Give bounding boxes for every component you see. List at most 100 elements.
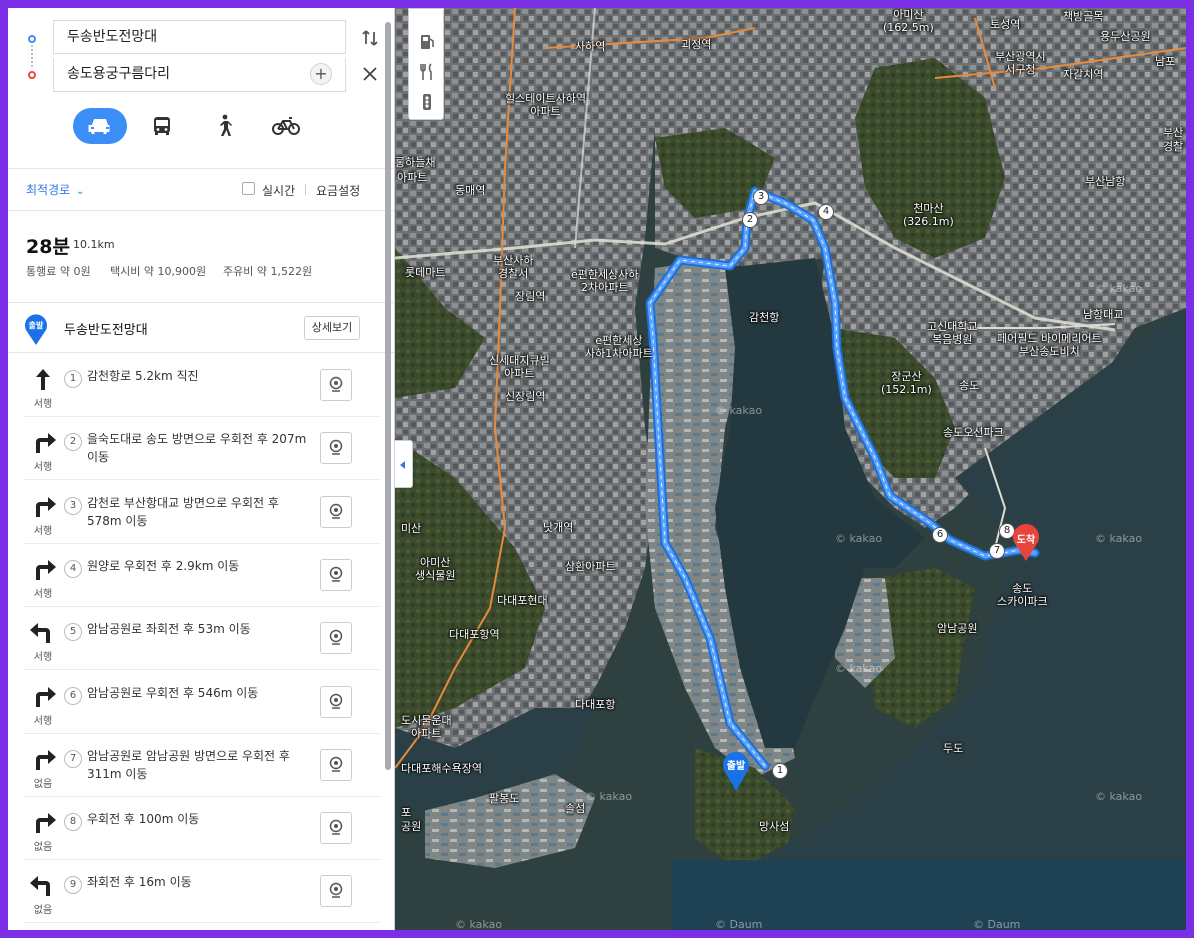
origin-input[interactable]: 두송반도전망대 (53, 20, 346, 54)
waypoint-marker[interactable]: 6 (932, 527, 948, 543)
route-step[interactable]: 서행 4 원양로 우회전 후 2.9km 이동 (24, 543, 380, 607)
map-label: 책방골목 (1063, 10, 1104, 23)
map-label: 괴정역 (681, 38, 712, 51)
map-label: 다대포해수욕장역 (401, 762, 482, 775)
car-icon (88, 119, 110, 134)
departure-pin-icon[interactable]: 출발 (721, 748, 751, 792)
map-label: 팔봉도 (489, 792, 520, 805)
map-view[interactable]: 1 2 3 4 6 7 8 도착 출발 아미산 (162.5m) 토성역 책방골… (395, 8, 1186, 930)
waypoint-marker[interactable]: 7 (989, 543, 1005, 559)
map-label: 경찰 (1163, 140, 1184, 153)
turn-right-icon (28, 747, 58, 771)
walk-icon (220, 114, 232, 136)
route-step[interactable]: 서행 6 암남공원로 우회전 후 546m 이동 (24, 670, 380, 734)
map-label: 다대포항 (575, 698, 616, 711)
turn-right-icon (28, 684, 58, 708)
route-type-dropdown[interactable]: 최적경로 ⌄ (26, 181, 84, 198)
step-view-button[interactable] (320, 558, 352, 591)
step-direction: 서행 (33, 715, 53, 727)
map-label: 감천항 (749, 311, 780, 324)
arrival-pin-icon[interactable]: 도착 (1011, 522, 1041, 562)
map-label: e편한세상사하 2차아파트 (571, 268, 639, 294)
kakao-watermark: © kakao (455, 918, 503, 930)
step-view-button[interactable] (320, 685, 352, 718)
location-pin-icon (329, 819, 343, 835)
waypoint-marker[interactable]: 1 (772, 763, 788, 779)
straight-arrow-icon (28, 367, 58, 391)
map-label: 페어필드 바이메리어트 부산송도비치 (997, 332, 1102, 358)
route-type-label: 최적경로 (26, 183, 71, 197)
turn-right-icon (28, 810, 58, 834)
map-label: 롱하늘채 (395, 156, 436, 169)
waypoint-marker[interactable]: 3 (753, 189, 769, 205)
route-step[interactable]: 서행 1 감천항로 5.2km 직진 (24, 353, 380, 417)
chevron-left-icon (400, 461, 405, 469)
panel-scrollbar[interactable] (385, 22, 391, 770)
route-step[interactable]: 없음 7 암남공원로 암남공원 방면으로 우회전 후 311m 이동 (24, 733, 380, 797)
map-label: 아미산 (162.5m) (883, 8, 934, 34)
step-number: 6 (64, 686, 82, 705)
route-distance: 10.1km (73, 238, 115, 251)
waypoint-marker[interactable]: 4 (818, 204, 834, 220)
map-label: 다대포항역 (449, 628, 500, 641)
bus-mode-button[interactable] (135, 108, 189, 144)
detail-button[interactable]: 상세보기 (304, 316, 360, 340)
kakao-watermark: © kakao (835, 662, 883, 675)
traffic-light-icon[interactable] (417, 93, 437, 111)
map-label: 남항대교 (1083, 308, 1124, 321)
route-step[interactable]: 서행 2 을숙도대로 송도 방면으로 우회전 후 207m 이동 (24, 416, 380, 481)
map-label: e편한세상 사하1차아파트 (585, 334, 653, 360)
map-label: 삼환아파트 (565, 560, 616, 573)
kakao-watermark: © kakao (835, 532, 883, 545)
step-number: 9 (64, 876, 82, 895)
kakao-watermark: © kakao (585, 790, 633, 803)
start-marker-icon: 출발 (24, 314, 48, 346)
step-view-button[interactable] (320, 748, 352, 781)
step-view-button[interactable] (320, 622, 352, 655)
map-label: 부산사하 경찰서 (493, 254, 534, 280)
route-step[interactable]: 서행 3 감천로 부산항대교 방면으로 우회전 후 578m 이동 (24, 480, 380, 544)
route-step[interactable]: 없음 9 좌회전 후 16m 이동 (24, 859, 380, 924)
turn-right-icon (28, 494, 58, 518)
step-instruction: 암남공원로 우회전 후 546m 이동 (87, 685, 259, 700)
fare-settings-button[interactable]: 요금설정 (316, 182, 360, 199)
start-name: 두송반도전망대 (64, 323, 148, 338)
step-instruction: 감천로 부산항대교 방면으로 우회전 후 578m 이동 (87, 495, 279, 528)
step-number: 7 (64, 749, 82, 768)
map-label: 신세대지큐빌 아파트 (489, 354, 550, 380)
directions-panel: 두송반도전망대 송도용궁구름다리 + 최적경로 ⌄ 실시간 요금설정 28분 1… (8, 8, 395, 930)
turn-left-icon (28, 620, 58, 644)
step-view-button[interactable] (320, 812, 352, 845)
restaurant-icon[interactable] (417, 63, 437, 81)
fuel-station-icon[interactable] (417, 33, 437, 51)
divider (8, 210, 394, 211)
step-view-button[interactable] (320, 875, 352, 908)
realtime-checkbox[interactable] (242, 182, 255, 195)
map-label: 힐스테이트사하역 아파트 (505, 92, 586, 118)
swap-icon[interactable] (360, 28, 380, 48)
car-mode-button[interactable] (73, 108, 127, 144)
fuel-cost: 주유비 약 1,522원 (223, 265, 313, 278)
bike-mode-button[interactable] (259, 108, 313, 144)
destination-input[interactable]: 송도용궁구름다리 (53, 58, 346, 92)
step-view-button[interactable] (320, 369, 352, 401)
waypoint-marker[interactable]: 2 (742, 212, 758, 228)
step-number: 1 (64, 370, 82, 388)
route-step[interactable]: 서행 5 암남공원로 좌회전 후 53m 이동 (24, 606, 380, 671)
map-label: 신장림역 (505, 390, 546, 403)
close-icon[interactable] (361, 65, 379, 83)
toll-cost: 통행료 약 0원 (26, 265, 91, 278)
map-label: 송도오션파크 (943, 426, 1004, 439)
turn-left-icon (28, 873, 58, 897)
location-pin-icon (329, 883, 343, 899)
map-label: 공원 (401, 820, 422, 833)
map-label: 동매역 (455, 184, 486, 197)
collapse-panel-button[interactable] (395, 440, 413, 488)
step-view-button[interactable] (320, 432, 352, 465)
step-direction: 없음 (33, 778, 53, 790)
add-waypoint-button[interactable]: + (310, 63, 332, 85)
step-view-button[interactable] (320, 495, 352, 528)
route-step[interactable]: 없음 8 우회전 후 100m 이동 (24, 796, 380, 861)
location-pin-icon (329, 629, 343, 645)
walk-mode-button[interactable] (197, 108, 251, 144)
